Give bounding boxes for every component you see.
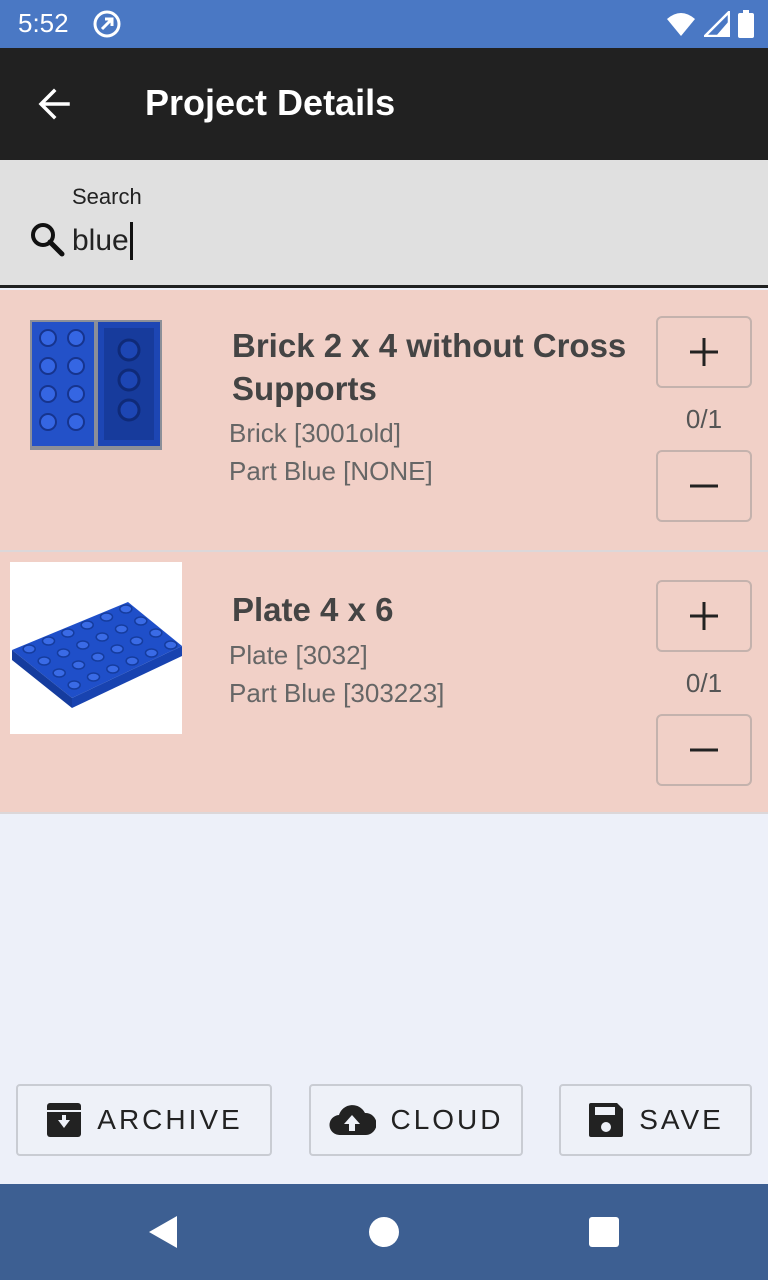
plate-stud bbox=[129, 636, 144, 646]
archive-label: ARCHIVE bbox=[97, 1104, 243, 1135]
item-title: Plate 4 x 6 bbox=[232, 591, 394, 628]
plate-stud bbox=[99, 612, 114, 622]
plate-stud bbox=[119, 604, 133, 614]
cloud-upload-icon bbox=[329, 1105, 377, 1136]
plate-stud bbox=[76, 640, 90, 650]
search-label: Search bbox=[72, 184, 142, 209]
plate-stud bbox=[134, 616, 148, 626]
minus-icon bbox=[690, 484, 718, 488]
plate-stud bbox=[91, 652, 105, 662]
cloud-button[interactable]: CLOUD bbox=[309, 1084, 523, 1156]
plate-stud bbox=[144, 648, 159, 658]
battery-icon bbox=[738, 10, 754, 38]
save-icon bbox=[589, 1103, 624, 1137]
search-input[interactable]: blue bbox=[72, 222, 672, 260]
plate-stud bbox=[149, 628, 163, 638]
plate-stud bbox=[56, 648, 71, 658]
nav-recents-button[interactable] bbox=[584, 1212, 624, 1252]
cloud-label: CLOUD bbox=[390, 1104, 504, 1135]
search-bar: Search blue bbox=[0, 160, 768, 288]
nav-home-button[interactable] bbox=[364, 1212, 404, 1252]
plate-stud bbox=[67, 680, 81, 690]
plate-stud bbox=[125, 656, 139, 666]
item-type: Plate [3032] bbox=[229, 640, 368, 670]
status-bar: 5:52 bbox=[0, 0, 768, 48]
plate-stud bbox=[114, 624, 129, 634]
plate-stud bbox=[41, 636, 56, 646]
system-nav-bar bbox=[0, 1184, 768, 1280]
decrement-button[interactable] bbox=[656, 450, 752, 522]
recents-square-icon bbox=[589, 1217, 619, 1247]
text-caret bbox=[129, 222, 133, 260]
wifi-icon bbox=[667, 13, 695, 36]
archive-button[interactable]: ARCHIVE bbox=[16, 1084, 272, 1156]
app-notification-icon bbox=[93, 10, 121, 38]
item-color: Part Blue [NONE] bbox=[229, 456, 433, 486]
status-icons bbox=[666, 9, 754, 39]
plus-icon bbox=[690, 338, 718, 366]
plate-stud bbox=[86, 672, 101, 682]
decrement-button[interactable] bbox=[656, 714, 752, 786]
increment-button[interactable] bbox=[656, 316, 752, 388]
plate-stud bbox=[95, 632, 109, 642]
back-triangle-icon bbox=[149, 1216, 177, 1248]
plate-stud bbox=[106, 664, 120, 674]
search-input-value: blue bbox=[72, 224, 129, 257]
increment-button[interactable] bbox=[656, 580, 752, 652]
status-time: 5:52 bbox=[18, 8, 69, 38]
arrow-left-icon bbox=[38, 88, 70, 120]
item-color: Part Blue [303223] bbox=[229, 678, 445, 708]
save-button[interactable]: SAVE bbox=[559, 1084, 752, 1156]
quantity-count: 0/1 bbox=[685, 404, 723, 434]
item-type: Brick [3001old] bbox=[229, 418, 401, 448]
app-bar: Project Details bbox=[0, 48, 768, 160]
list-item[interactable]: Plate 4 x 6 Plate [3032] Part Blue [3032… bbox=[0, 552, 768, 814]
plate-stud bbox=[22, 644, 36, 654]
search-icon bbox=[31, 223, 65, 257]
plate-stud bbox=[37, 656, 51, 666]
archive-icon bbox=[47, 1103, 82, 1137]
plate-stud bbox=[71, 660, 86, 670]
save-label: SAVE bbox=[639, 1104, 724, 1135]
plate-thumbnail bbox=[10, 562, 182, 734]
plate-stud bbox=[80, 620, 94, 630]
back-button[interactable] bbox=[24, 76, 84, 132]
page-title: Project Details bbox=[145, 82, 396, 123]
minus-icon bbox=[690, 748, 718, 752]
plate-stud bbox=[164, 640, 178, 650]
brick-thumbnail bbox=[30, 320, 162, 450]
plate-stud bbox=[110, 644, 124, 654]
nav-back-button[interactable] bbox=[142, 1212, 182, 1252]
cell-signal-icon bbox=[704, 11, 730, 37]
plate-stud bbox=[61, 628, 75, 638]
quantity-count: 0/1 bbox=[685, 668, 723, 698]
plate-stud bbox=[52, 668, 66, 678]
home-circle-icon bbox=[369, 1217, 399, 1247]
item-title: Brick 2 x 4 without Cross Supports bbox=[232, 327, 627, 407]
plus-icon bbox=[690, 602, 718, 630]
list-item[interactable]: Brick 2 x 4 without Cross Supports Brick… bbox=[0, 290, 768, 552]
